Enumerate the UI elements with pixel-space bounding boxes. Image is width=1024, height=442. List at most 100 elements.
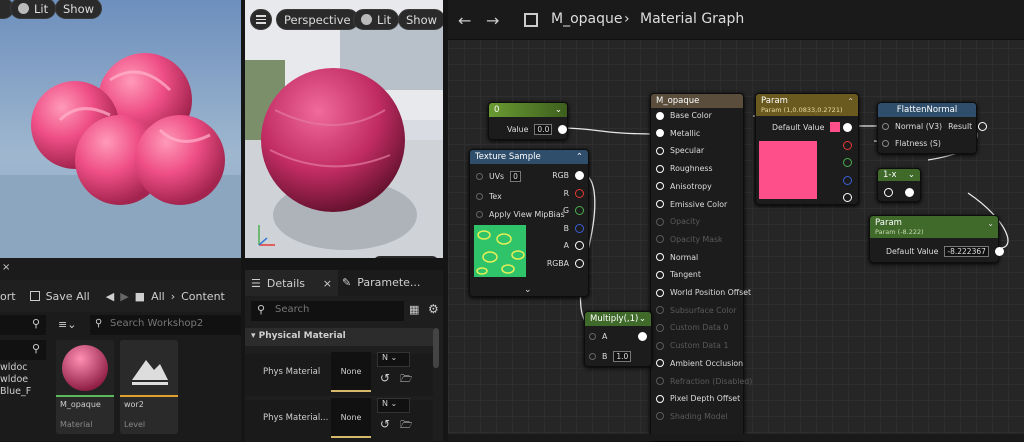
- expand-icon[interactable]: ⌄: [524, 285, 532, 295]
- material-output-node[interactable]: M_opaque Base Color Metallic Specular Rough…: [650, 93, 752, 441]
- material-input-pin-row[interactable]: Anisotropy: [656, 182, 712, 191]
- asset-tile-level[interactable]: wor2 Level: [120, 340, 178, 434]
- scrollbar-thumb[interactable]: [433, 328, 439, 368]
- tex-pin[interactable]: [476, 193, 483, 200]
- scalar-param-node[interactable]: Param Param (-8.222) ⌄ Default Value -8.22…: [869, 215, 1004, 263]
- close-icon[interactable]: ×: [323, 277, 332, 290]
- input-pin[interactable]: [656, 146, 664, 155]
- chevron-down-icon[interactable]: ⌄: [555, 105, 562, 115]
- settings-icon[interactable]: ⚙: [428, 302, 439, 316]
- material-input-pin-row[interactable]: Roughness: [656, 164, 713, 173]
- preview-show-button[interactable]: Show: [398, 9, 443, 30]
- material-input-pin-row[interactable]: Base Color: [656, 111, 712, 120]
- asset-search-input[interactable]: Search Workshop2: [90, 315, 241, 335]
- asset-picker[interactable]: None: [331, 398, 371, 438]
- color-swatch[interactable]: [830, 122, 841, 132]
- rgb-output-pin[interactable]: [575, 171, 584, 180]
- input-pin[interactable]: [656, 288, 664, 297]
- chevron-down-icon[interactable]: ⌄: [908, 170, 915, 180]
- folder-item[interactable]: wldoe: [0, 374, 31, 386]
- a-output-pin[interactable]: [843, 193, 852, 202]
- g-output-pin[interactable]: [575, 206, 584, 215]
- a-input-pin[interactable]: [589, 333, 596, 340]
- browse-icon[interactable]: 🗁: [400, 418, 412, 435]
- asset-picker[interactable]: None: [331, 352, 371, 392]
- material-input-pin-row[interactable]: Metallic: [656, 129, 700, 138]
- scalar-value-field[interactable]: -8.222367: [944, 246, 989, 257]
- path-all[interactable]: All: [151, 290, 165, 303]
- lit-button[interactable]: Lit: [10, 0, 57, 19]
- asset-combo[interactable]: N ⌄: [377, 352, 410, 367]
- main-viewport[interactable]: Lit Show: [0, 0, 241, 258]
- breadcrumb-asset[interactable]: M_opaque: [551, 11, 622, 27]
- section-header[interactable]: ▾ Physical Material: [245, 328, 433, 346]
- asset-combo[interactable]: N ⌄: [377, 398, 410, 413]
- flatness-input-pin[interactable]: [882, 140, 889, 147]
- reset-arrow-icon[interactable]: ↺: [380, 417, 390, 431]
- color-param-node[interactable]: Param Param (1,0.0833,0.2721) ⌃ Default V…: [755, 93, 859, 205]
- input-pin[interactable]: [656, 182, 664, 191]
- back-arrow-icon[interactable]: ←: [458, 11, 471, 30]
- material-input-pin-row[interactable]: Normal: [656, 253, 698, 262]
- chevron-down-icon[interactable]: ⌄: [639, 314, 646, 324]
- input-pin[interactable]: [656, 394, 664, 403]
- mipbias-pin[interactable]: [476, 211, 483, 218]
- uvs-field[interactable]: 0: [510, 171, 521, 182]
- result-output-pin[interactable]: [978, 122, 988, 131]
- chevron-up-icon[interactable]: ⌃: [847, 97, 854, 106]
- texture-sample-node[interactable]: Texture Sample ⌃ UVs 0 Tex Apply View MipB…: [469, 149, 589, 297]
- save-all-button[interactable]: Save All: [46, 290, 90, 303]
- preview-viewport[interactable]: Perspective Lit Show: [245, 0, 443, 258]
- g-output-pin[interactable]: [843, 158, 852, 167]
- uvs-pin[interactable]: [476, 173, 483, 180]
- constant-node[interactable]: 0 ⌄ Value 0.0: [488, 102, 568, 140]
- collections-search-box[interactable]: ⚲: [0, 340, 46, 360]
- input-pin[interactable]: [884, 188, 893, 197]
- input-pin[interactable]: [656, 164, 664, 173]
- b-value-field[interactable]: 1.0: [613, 351, 632, 362]
- input-pin[interactable]: [656, 129, 664, 138]
- output-pin[interactable]: [558, 125, 568, 134]
- asset-tile-material[interactable]: M_opaque Material: [56, 340, 114, 434]
- material-input-pin-row[interactable]: Ambient Occlusion: [656, 359, 743, 368]
- preview-shape-selector[interactable]: [373, 256, 439, 258]
- one-minus-node[interactable]: 1-x ⌄: [877, 168, 921, 202]
- input-pin[interactable]: [656, 270, 664, 279]
- flatten-normal-node[interactable]: FlattenNormal Normal (V3) Result Flatness…: [877, 102, 988, 154]
- chevron-up-icon[interactable]: ⌃: [576, 152, 583, 162]
- close-icon[interactable]: ×: [2, 262, 10, 273]
- forward-arrow-icon[interactable]: →: [486, 11, 499, 30]
- folder-item[interactable]: Blue_F: [0, 386, 31, 398]
- tab-details[interactable]: ☰ Details ×: [245, 270, 338, 296]
- perspective-button[interactable]: Perspective: [276, 9, 359, 30]
- folder-search-box[interactable]: ⚲: [0, 315, 46, 335]
- material-input-pin-row[interactable]: World Position Offset: [656, 288, 751, 297]
- constant-value-field[interactable]: 0.0: [534, 124, 553, 135]
- input-pin[interactable]: [656, 111, 664, 120]
- b-output-pin[interactable]: [843, 176, 852, 185]
- input-pin[interactable]: [656, 359, 664, 368]
- output-pin[interactable]: [638, 332, 647, 341]
- chevron-down-icon[interactable]: ⌄: [987, 219, 994, 228]
- material-input-pin-row[interactable]: Specular: [656, 146, 704, 155]
- input-pin[interactable]: [656, 200, 664, 208]
- multiply-node[interactable]: Multiply(,1) ⌄ A B 1.0: [584, 311, 652, 367]
- rgba-output-pin[interactable]: [575, 259, 584, 268]
- reset-arrow-icon[interactable]: ↺: [380, 371, 390, 385]
- input-pin[interactable]: [656, 253, 664, 262]
- path-content[interactable]: Content: [181, 290, 225, 303]
- history-forward-icon[interactable]: ▶: [120, 290, 128, 303]
- material-input-pin-row[interactable]: Tangent: [656, 270, 701, 279]
- a-output-pin[interactable]: [575, 241, 584, 250]
- material-input-pin-row[interactable]: Pixel Depth Offset: [656, 394, 740, 403]
- tab-parameters[interactable]: ✎ Paramete...: [342, 276, 420, 289]
- r-output-pin[interactable]: [575, 189, 584, 198]
- material-input-pin-row[interactable]: Emissive Color: [656, 200, 727, 209]
- b-output-pin[interactable]: [575, 224, 584, 233]
- history-back-icon[interactable]: ◀: [106, 290, 114, 303]
- rgb-output-pin[interactable]: [843, 123, 852, 132]
- details-search-input[interactable]: Search: [251, 301, 404, 321]
- show-button[interactable]: Show: [55, 0, 103, 19]
- b-input-pin[interactable]: [589, 353, 596, 360]
- filter-icon[interactable]: ≡⌄: [58, 318, 76, 331]
